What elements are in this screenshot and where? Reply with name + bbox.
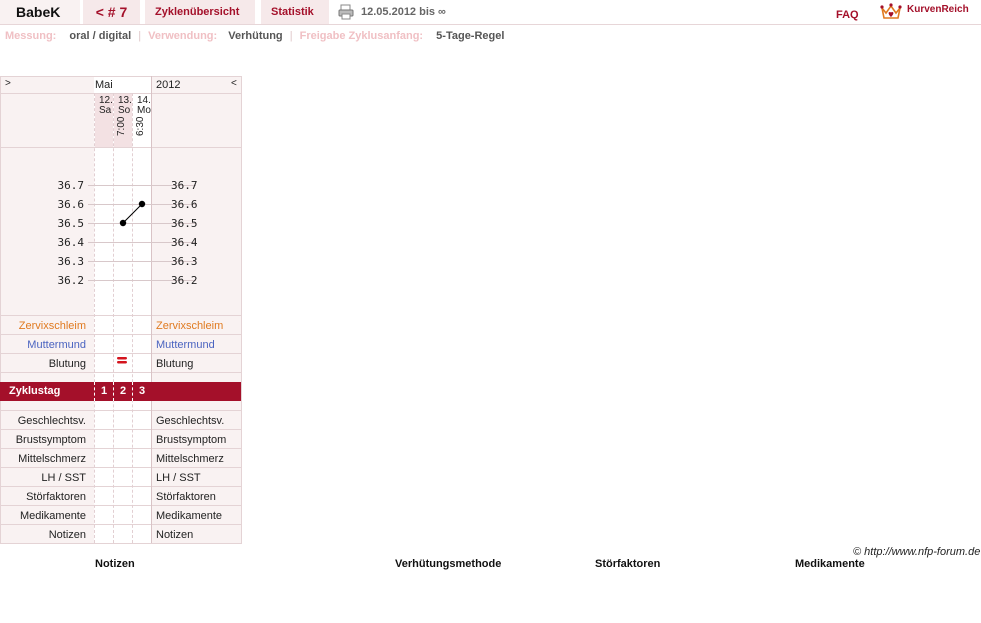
temperature-tick-label: 36.3 xyxy=(58,255,85,268)
measure-value: oral / digital xyxy=(69,30,132,42)
printer-icon[interactable] xyxy=(338,4,354,20)
zyklustag-label: Zyklustag xyxy=(9,385,61,397)
lh-sst-label[interactable]: LH / SST xyxy=(156,472,201,484)
measure-time: 7:00 xyxy=(116,116,127,136)
cycle-day-number: 2 xyxy=(119,385,127,397)
disturbances-heading: Störfaktoren xyxy=(595,558,661,570)
tab-zyklenuebersicht[interactable]: Zyklenübersicht xyxy=(145,0,255,24)
medikamente-label[interactable]: Medikamente xyxy=(156,510,222,522)
lh-sst-label[interactable]: LH / SST xyxy=(0,472,86,484)
weekday: Sa xyxy=(99,105,112,116)
mittelschmerz-label[interactable]: Mittelschmerz xyxy=(156,453,224,465)
settings-info-row: Messung: oral / digital | Verwendung: Ve… xyxy=(5,30,504,42)
zervixschleim-label[interactable]: Zervixschleim xyxy=(156,320,223,332)
temperature-point[interactable] xyxy=(119,219,127,227)
tab-statistik[interactable]: Statistik xyxy=(261,0,329,24)
date-range: 12.05.2012 bis ∞ xyxy=(361,6,446,18)
brustsymptom-label[interactable]: Brustsymptom xyxy=(156,434,226,446)
divider xyxy=(0,486,241,487)
brustsymptom-label[interactable]: Brustsymptom xyxy=(0,434,86,446)
temperature-tick-label: 36.6 xyxy=(58,198,85,211)
weekday: Mo xyxy=(137,105,151,116)
blutung-label[interactable]: Blutung xyxy=(156,358,193,370)
medikamente-label[interactable]: Medikamente xyxy=(0,510,86,522)
brand-name[interactable]: KurvenReich xyxy=(907,4,969,15)
medication-heading: Medikamente xyxy=(795,558,865,570)
stoerfaktoren-label[interactable]: Störfaktoren xyxy=(156,491,216,503)
divider xyxy=(0,467,241,468)
temperature-tick-label: 36.5 xyxy=(171,217,198,230)
temperature-tick-label: 36.6 xyxy=(171,198,198,211)
cycle-day-number: 3 xyxy=(138,385,146,397)
divider xyxy=(0,334,241,335)
use-label: Verwendung: xyxy=(148,30,218,42)
geschlechtsverkehr-label[interactable]: Geschlechtsv. xyxy=(0,415,86,427)
divider xyxy=(0,429,241,430)
divider xyxy=(0,505,241,506)
mittelschmerz-label[interactable]: Mittelschmerz xyxy=(0,453,86,465)
contraception-heading: Verhütungsmethode xyxy=(395,558,502,570)
measure-time: 6:30 xyxy=(135,116,146,136)
notes-heading: Notizen xyxy=(95,558,135,570)
temperature-tick-label: 36.4 xyxy=(171,236,198,249)
notizen-label[interactable]: Notizen xyxy=(0,529,86,541)
next-cycle-arrow[interactable]: > xyxy=(5,78,11,89)
temperature-line-segment xyxy=(122,203,143,224)
cycle-number-button[interactable]: < # 7 xyxy=(83,0,140,24)
separator: | xyxy=(138,30,142,42)
divider xyxy=(0,448,241,449)
cycle-day-number: 1 xyxy=(100,385,108,397)
temperature-chart: 36.7 36.7 36.6 36.6 36.5 36.5 36.4 36.4 36.3 36.3… xyxy=(58,179,198,287)
bleeding-icon[interactable] xyxy=(116,357,128,365)
divider xyxy=(0,93,241,94)
release-label: Freigabe Zyklusanfang: xyxy=(299,30,424,42)
muttermund-label[interactable]: Muttermund xyxy=(0,339,86,351)
temperature-tick-label: 36.7 xyxy=(171,179,198,192)
divider xyxy=(0,524,241,525)
zervixschleim-label[interactable]: Zervixschleim xyxy=(0,320,86,332)
blutung-label[interactable]: Blutung xyxy=(0,358,86,370)
temperature-point[interactable] xyxy=(138,200,146,208)
divider xyxy=(0,372,241,373)
crown-heart-icon[interactable] xyxy=(880,2,902,22)
temperature-tick-label: 36.2 xyxy=(171,274,198,287)
temperature-tick-label: 36.2 xyxy=(58,274,85,287)
separator: | xyxy=(289,30,293,42)
notizen-label[interactable]: Notizen xyxy=(156,529,193,541)
month-label: Mai xyxy=(95,79,113,91)
use-value: Verhütung xyxy=(228,30,283,42)
copyright-link[interactable]: © http://www.nfp-forum.de xyxy=(853,546,980,558)
temperature-tick-label: 36.3 xyxy=(171,255,198,268)
year-label: 2012 xyxy=(156,79,181,91)
prev-cycle-arrow[interactable]: < xyxy=(231,78,237,89)
faq-link[interactable]: FAQ xyxy=(836,3,859,27)
weekday: So xyxy=(118,105,131,116)
divider xyxy=(0,410,241,411)
zyklustag-row: Zyklustag 1 2 3 xyxy=(0,382,241,401)
divider xyxy=(0,353,241,354)
release-value: 5-Tage-Regel xyxy=(436,30,505,42)
geschlechtsverkehr-label[interactable]: Geschlechtsv. xyxy=(156,415,224,427)
stoerfaktoren-label[interactable]: Störfaktoren xyxy=(0,491,86,503)
muttermund-label[interactable]: Muttermund xyxy=(156,339,215,351)
temperature-tick-label: 36.5 xyxy=(58,217,85,230)
temperature-tick-label: 36.7 xyxy=(58,179,85,192)
divider xyxy=(0,315,241,316)
measure-label: Messung: xyxy=(5,30,57,42)
user-name[interactable]: BabeK xyxy=(0,0,80,24)
temperature-tick-label: 36.4 xyxy=(58,236,85,249)
